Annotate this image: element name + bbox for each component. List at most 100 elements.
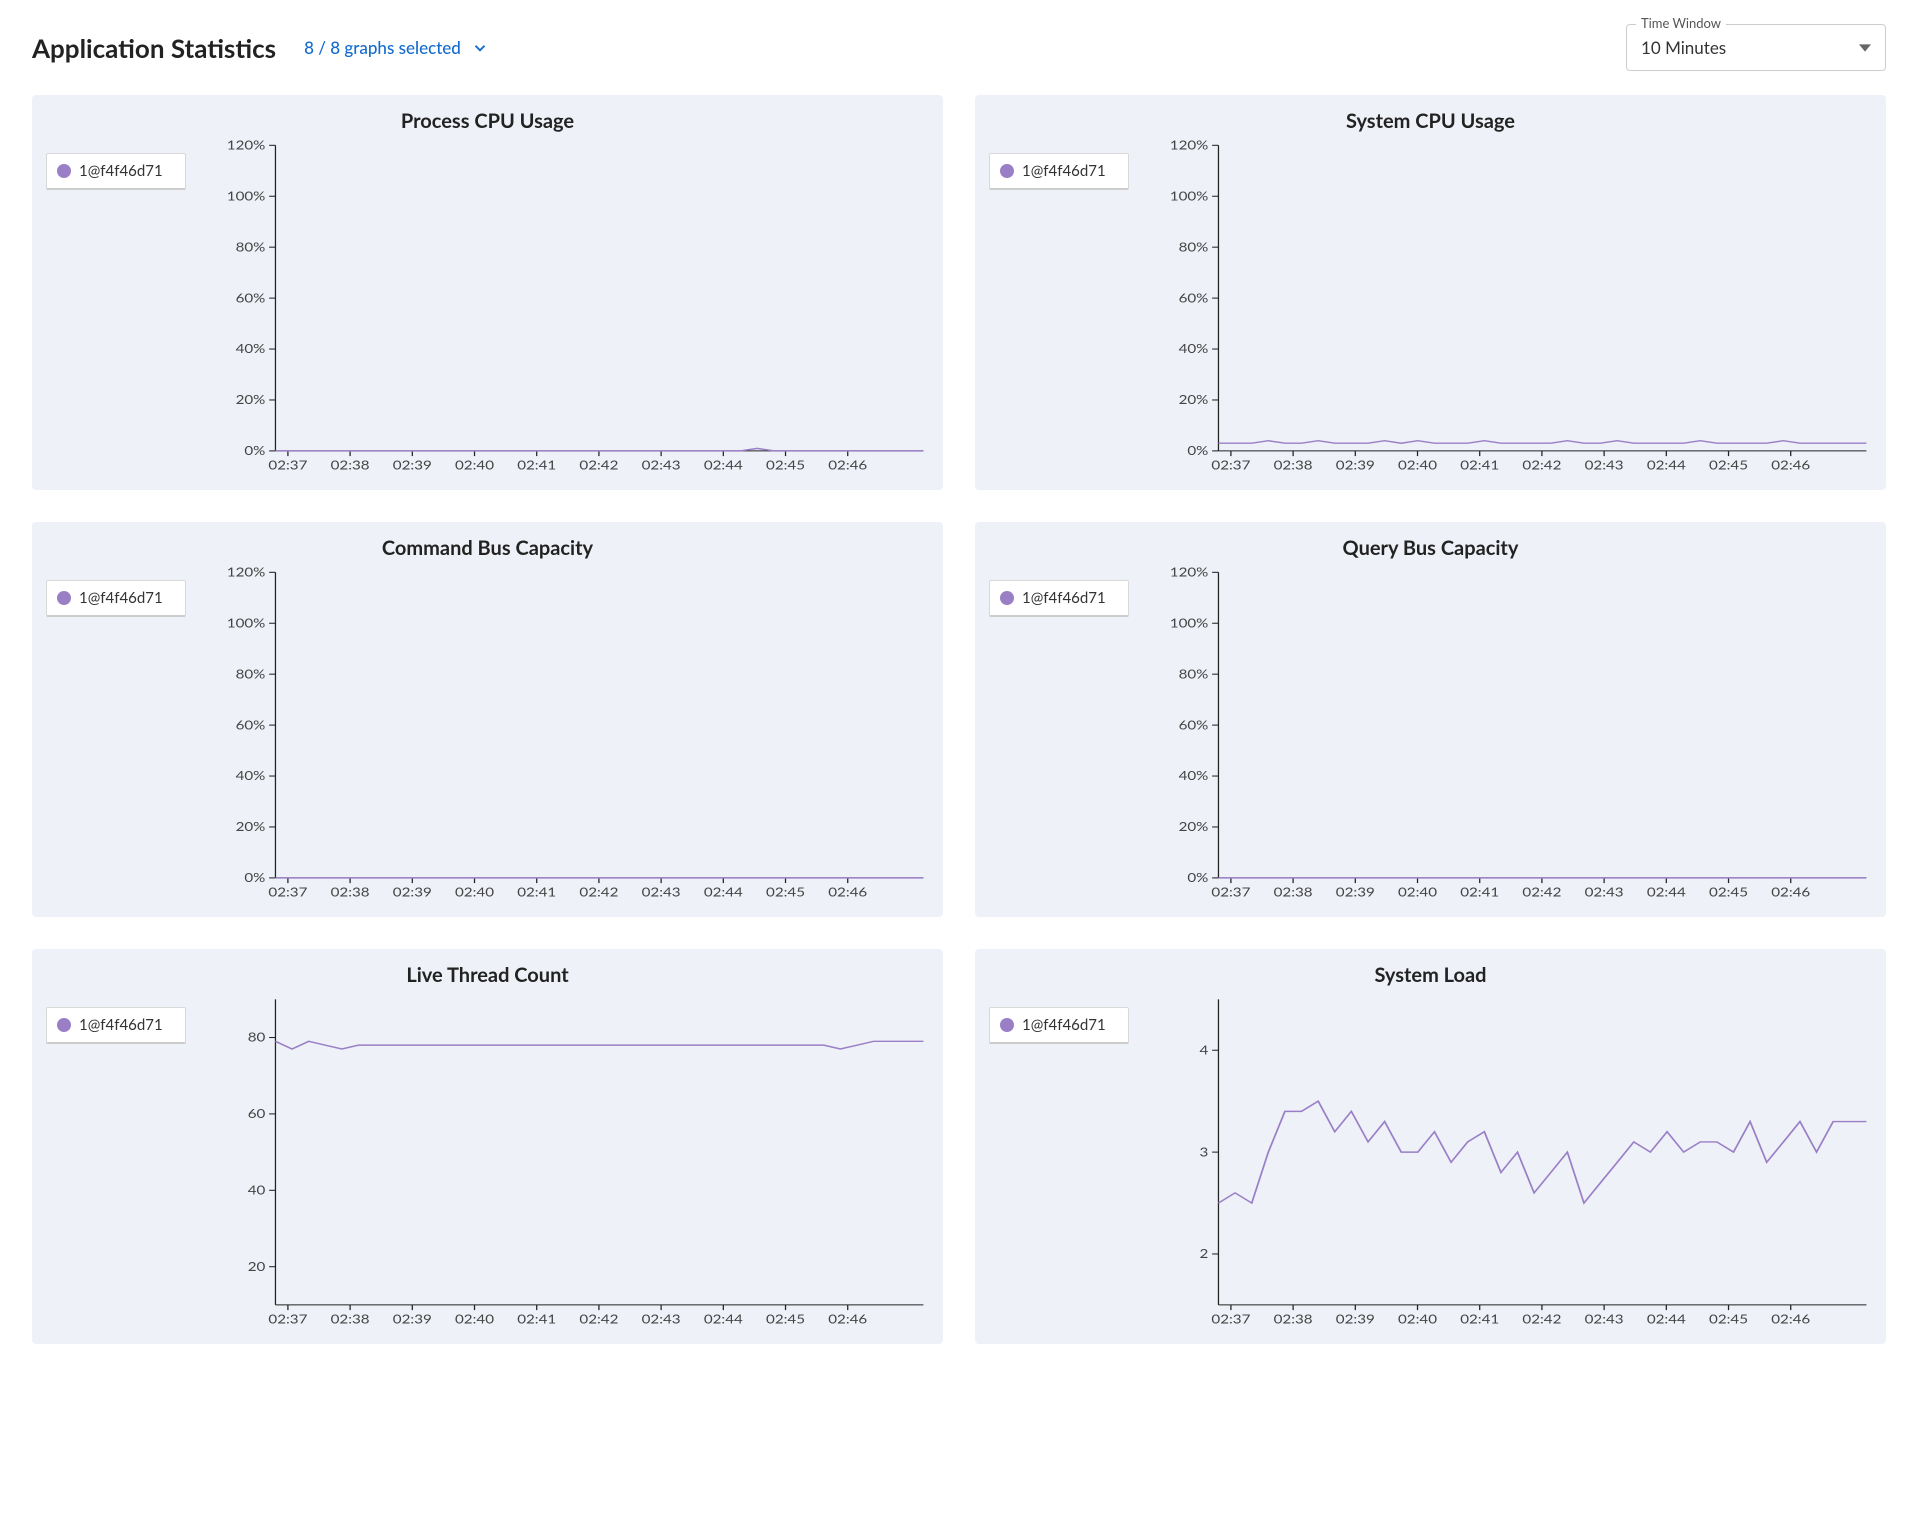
svg-text:02:46: 02:46	[828, 884, 867, 899]
svg-text:100%: 100%	[1170, 188, 1209, 203]
svg-text:20%: 20%	[1179, 392, 1209, 407]
svg-text:40%: 40%	[236, 768, 266, 783]
svg-text:02:45: 02:45	[1709, 1311, 1748, 1326]
svg-text:02:44: 02:44	[1647, 457, 1686, 472]
svg-text:02:45: 02:45	[1709, 457, 1748, 472]
svg-text:60%: 60%	[236, 717, 266, 732]
time-window-field-label: Time Window	[1636, 15, 1726, 31]
legend-item[interactable]: 1@f4f46d71	[989, 153, 1129, 190]
graphs-selected-dropdown[interactable]: 8 / 8 graphs selected	[304, 37, 489, 58]
svg-text:02:45: 02:45	[1709, 884, 1748, 899]
svg-text:02:40: 02:40	[1398, 457, 1437, 472]
svg-text:60%: 60%	[1179, 717, 1209, 732]
svg-text:02:37: 02:37	[268, 457, 307, 472]
legend-color-dot	[57, 1018, 71, 1032]
svg-text:02:45: 02:45	[766, 884, 805, 899]
svg-text:80%: 80%	[1179, 239, 1209, 254]
chart-plot[interactable]: 0%20%40%60%80%100%120%02:3702:3802:3902:…	[1140, 564, 1874, 907]
svg-text:20%: 20%	[236, 392, 266, 407]
svg-text:120%: 120%	[1170, 137, 1209, 152]
svg-text:40%: 40%	[1179, 341, 1209, 356]
legend-color-dot	[1000, 1018, 1014, 1032]
svg-text:02:41: 02:41	[517, 457, 556, 472]
svg-text:02:43: 02:43	[1585, 1311, 1624, 1326]
chart-plot[interactable]: 23402:3702:3802:3902:4002:4102:4202:4302…	[1140, 991, 1874, 1334]
svg-text:20%: 20%	[236, 819, 266, 834]
svg-text:02:39: 02:39	[1336, 457, 1375, 472]
svg-text:60: 60	[248, 1105, 266, 1120]
legend-item[interactable]: 1@f4f46d71	[989, 580, 1129, 617]
svg-text:02:43: 02:43	[642, 1311, 681, 1326]
svg-text:100%: 100%	[1170, 615, 1209, 630]
chart-card: System Load 1@f4f46d71 23402:3702:3802:3…	[975, 949, 1886, 1344]
legend-item[interactable]: 1@f4f46d71	[989, 1007, 1129, 1044]
svg-text:02:37: 02:37	[268, 884, 307, 899]
svg-text:02:44: 02:44	[704, 884, 743, 899]
svg-text:80: 80	[248, 1029, 266, 1044]
svg-text:02:44: 02:44	[1647, 1311, 1686, 1326]
svg-text:02:43: 02:43	[642, 457, 681, 472]
time-window-select[interactable]: 10 Minutes	[1626, 24, 1886, 71]
svg-text:02:41: 02:41	[517, 884, 556, 899]
legend-item[interactable]: 1@f4f46d71	[46, 153, 186, 190]
svg-text:02:39: 02:39	[393, 1311, 432, 1326]
legend-color-dot	[57, 591, 71, 605]
chart-title: System CPU Usage	[989, 109, 1872, 133]
svg-text:0%: 0%	[1187, 442, 1208, 457]
svg-text:02:38: 02:38	[1274, 1311, 1313, 1326]
svg-text:02:42: 02:42	[1522, 1311, 1561, 1326]
svg-text:02:37: 02:37	[1211, 884, 1250, 899]
svg-text:02:39: 02:39	[393, 457, 432, 472]
chart-plot[interactable]: 0%20%40%60%80%100%120%02:3702:3802:3902:…	[1140, 137, 1874, 480]
legend-item[interactable]: 1@f4f46d71	[46, 580, 186, 617]
legend-color-dot	[1000, 164, 1014, 178]
svg-text:02:39: 02:39	[1336, 1311, 1375, 1326]
svg-text:02:40: 02:40	[455, 1311, 494, 1326]
svg-text:0%: 0%	[1187, 869, 1208, 884]
svg-text:0%: 0%	[244, 869, 265, 884]
svg-text:02:40: 02:40	[1398, 1311, 1437, 1326]
svg-text:02:46: 02:46	[1771, 1311, 1810, 1326]
legend-label: 1@f4f46d71	[1022, 162, 1106, 180]
chart-card: Query Bus Capacity 1@f4f46d71 0%20%40%60…	[975, 522, 1886, 917]
svg-text:4: 4	[1200, 1042, 1209, 1057]
page-title: Application Statistics	[32, 32, 276, 64]
svg-text:2: 2	[1200, 1246, 1209, 1261]
svg-text:02:40: 02:40	[455, 884, 494, 899]
legend-label: 1@f4f46d71	[79, 589, 163, 607]
chart-card: System CPU Usage 1@f4f46d71 0%20%40%60%8…	[975, 95, 1886, 490]
svg-text:02:43: 02:43	[1585, 884, 1624, 899]
svg-text:40%: 40%	[236, 341, 266, 356]
svg-text:100%: 100%	[227, 188, 266, 203]
svg-text:02:38: 02:38	[1274, 457, 1313, 472]
svg-text:40%: 40%	[1179, 768, 1209, 783]
svg-text:80%: 80%	[236, 666, 266, 681]
svg-text:02:43: 02:43	[1585, 457, 1624, 472]
chart-plot[interactable]: 0%20%40%60%80%100%120%02:3702:3802:3902:…	[197, 564, 931, 907]
legend-item[interactable]: 1@f4f46d71	[46, 1007, 186, 1044]
svg-text:02:42: 02:42	[579, 1311, 618, 1326]
svg-text:20: 20	[248, 1258, 266, 1273]
chart-title: Query Bus Capacity	[989, 536, 1872, 560]
svg-text:02:46: 02:46	[828, 457, 867, 472]
svg-text:02:44: 02:44	[704, 457, 743, 472]
svg-text:02:42: 02:42	[1522, 884, 1561, 899]
dropdown-caret-icon	[1859, 42, 1871, 54]
svg-text:02:37: 02:37	[268, 1311, 307, 1326]
chart-plot[interactable]: 0%20%40%60%80%100%120%02:3702:3802:3902:…	[197, 137, 931, 480]
svg-text:02:41: 02:41	[1460, 1311, 1499, 1326]
chart-title: Command Bus Capacity	[46, 536, 929, 560]
svg-text:02:38: 02:38	[331, 1311, 370, 1326]
legend-color-dot	[1000, 591, 1014, 605]
chart-plot[interactable]: 2040608002:3702:3802:3902:4002:4102:4202…	[197, 991, 931, 1334]
legend-label: 1@f4f46d71	[79, 1016, 163, 1034]
svg-text:02:40: 02:40	[455, 457, 494, 472]
chart-title: Live Thread Count	[46, 963, 929, 987]
svg-text:02:45: 02:45	[766, 1311, 805, 1326]
legend-label: 1@f4f46d71	[79, 162, 163, 180]
svg-text:02:42: 02:42	[579, 884, 618, 899]
svg-text:02:44: 02:44	[704, 1311, 743, 1326]
svg-text:02:42: 02:42	[1522, 457, 1561, 472]
svg-text:80%: 80%	[1179, 666, 1209, 681]
svg-text:02:39: 02:39	[393, 884, 432, 899]
